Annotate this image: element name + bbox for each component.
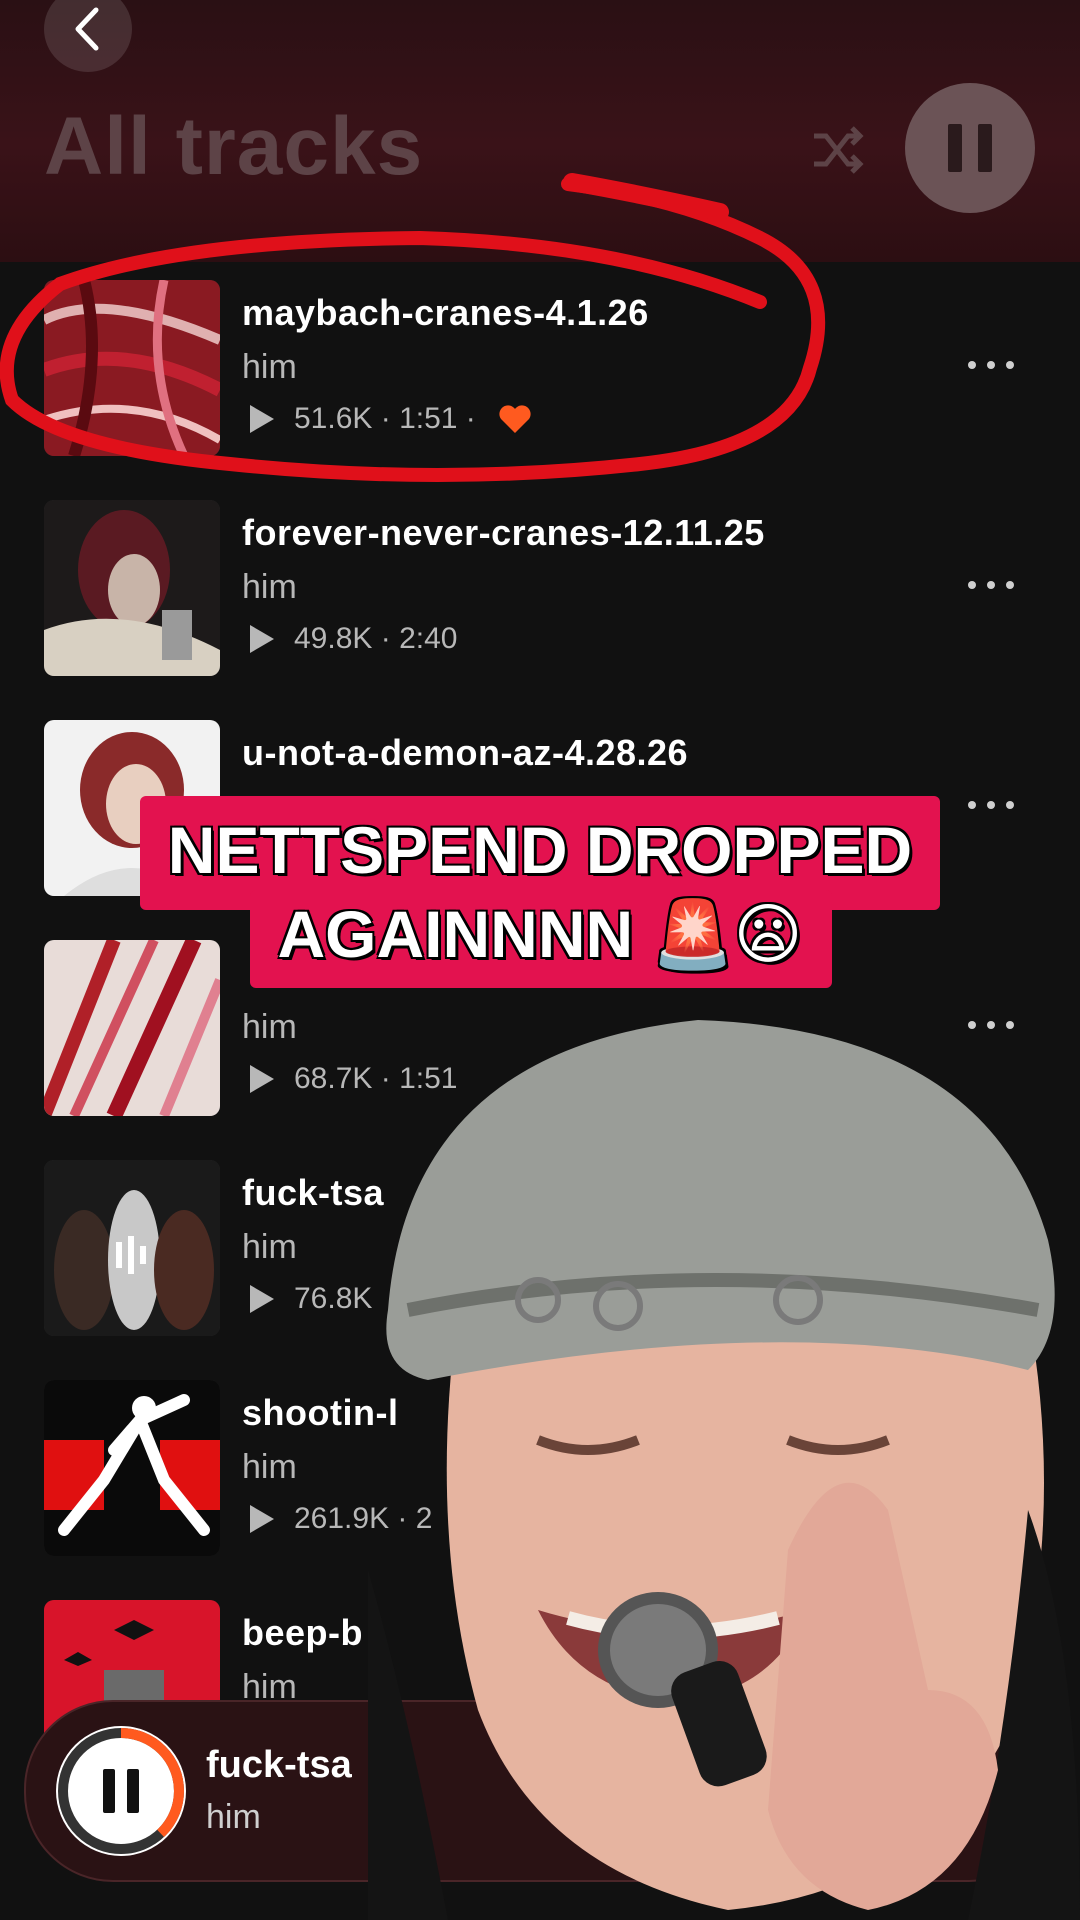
play-count-icon	[250, 1505, 274, 1533]
play-count-icon	[250, 405, 274, 433]
play-count: 51.6K	[294, 402, 373, 435]
track-artist: him	[242, 568, 297, 606]
track-artist: him	[242, 348, 297, 386]
header: All tracks	[0, 0, 1080, 262]
track-stats: 51.6K · 1:51 ·	[250, 402, 532, 436]
play-count: 68.7K	[294, 1062, 373, 1095]
now-playing-artist: him	[206, 1798, 261, 1836]
track-title: u-not-a-demon-az-4.28.26	[242, 732, 689, 773]
shuffle-button[interactable]	[808, 120, 868, 180]
more-options-button[interactable]	[968, 798, 1014, 812]
track-artwork	[44, 1380, 220, 1556]
more-options-button[interactable]	[968, 578, 1014, 592]
track-row[interactable]: forever-never-cranes-12.11.25 him 49.8K …	[0, 500, 1080, 690]
track-artwork	[44, 500, 220, 676]
track-artist: him	[242, 1228, 297, 1266]
play-pause-button[interactable]	[905, 83, 1035, 213]
mini-player-pause-button[interactable]	[56, 1726, 186, 1856]
caption-line-2: AGAINNNN 🚨😦	[277, 897, 803, 971]
play-count-icon	[250, 625, 274, 653]
duration: 2:40	[399, 622, 458, 655]
track-stats: 49.8K · 2:40	[250, 622, 457, 656]
now-playing-title: fuck-tsa	[206, 1744, 352, 1786]
play-count: 49.8K	[294, 622, 373, 655]
person-video-overlay	[368, 1020, 1080, 1920]
duration: 1:51	[399, 402, 458, 435]
track-artwork	[44, 1160, 220, 1336]
track-stats: 76.8K	[250, 1282, 372, 1316]
play-count: 76.8K	[294, 1282, 373, 1315]
track-artwork	[44, 280, 220, 456]
track-title: maybach-cranes-4.1.26	[242, 292, 649, 333]
page-title: All tracks	[44, 101, 424, 192]
track-title: fuck-tsa	[242, 1172, 385, 1213]
chevron-left-icon	[75, 7, 99, 51]
play-count-icon	[250, 1285, 274, 1313]
track-artist: him	[242, 1448, 297, 1486]
play-count-icon	[250, 1065, 274, 1093]
pause-icon	[103, 1769, 115, 1813]
more-options-button[interactable]	[968, 358, 1014, 372]
progress-ring	[58, 1728, 184, 1854]
caption-text: NETTSPEND DROPPED AGAINNNN 🚨😦	[140, 808, 940, 976]
pause-icon	[948, 124, 962, 172]
caption-line-1: NETTSPEND DROPPED	[167, 813, 913, 887]
track-artist: him	[242, 1008, 297, 1046]
track-title: beep-b	[242, 1612, 364, 1653]
track-title: forever-never-cranes-12.11.25	[242, 512, 765, 553]
heart-icon	[499, 405, 531, 433]
shuffle-icon	[814, 126, 864, 174]
track-row[interactable]: maybach-cranes-4.1.26 him 51.6K · 1:51 ·	[0, 280, 1080, 470]
back-button[interactable]	[44, 0, 132, 72]
